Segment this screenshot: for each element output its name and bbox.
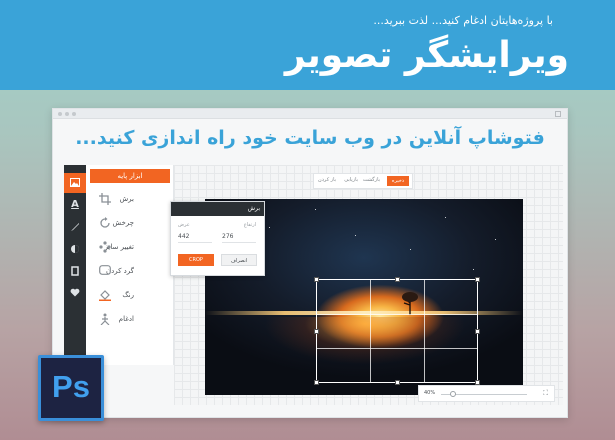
editor-window: فتوشاپ آنلاین در وب سایت خود راه اندازی …: [52, 108, 568, 418]
color-fill-icon: [98, 289, 112, 303]
photoshop-logo: Ps: [38, 355, 104, 421]
tool-color[interactable]: رنگ: [86, 285, 174, 307]
shape-icon[interactable]: [64, 239, 86, 259]
header-banner: با پروژه‌هایتان ادغام کنید... لذت ببرید.…: [0, 0, 615, 90]
width-label: عرض: [178, 222, 190, 228]
crop-handle[interactable]: [475, 329, 480, 334]
crop-grid-line: [317, 348, 477, 349]
cancel-button[interactable]: انصراف: [221, 254, 257, 266]
crop-handle[interactable]: [314, 329, 319, 334]
crop-handle[interactable]: [314, 277, 319, 282]
window-dot: [72, 112, 76, 116]
window-dot: [58, 112, 62, 116]
page-headline: فتوشاپ آنلاین در وب سایت خود راه اندازی …: [75, 127, 545, 149]
window-maximize-icon[interactable]: [555, 111, 561, 117]
star: [355, 235, 356, 236]
rotate-icon: [98, 217, 112, 231]
crop-icon: [98, 193, 112, 207]
basic-tools-panel: ابزار پایه برش چرخش تغییر سایز گرد کردن: [86, 165, 174, 365]
tool-resize[interactable]: تغییر سایز: [86, 237, 174, 259]
merge-icon: [98, 313, 112, 327]
frame-icon[interactable]: [64, 261, 86, 281]
star: [473, 269, 474, 270]
resize-icon: [98, 241, 112, 255]
crop-grid-line: [424, 280, 425, 382]
star: [495, 239, 496, 240]
zoom-control: 40% ⛶: [418, 385, 555, 402]
tool-round-corners[interactable]: گرد کردن: [86, 261, 174, 283]
fullscreen-icon[interactable]: ⛶: [543, 389, 548, 398]
crop-handle[interactable]: [314, 380, 319, 385]
crop-grid-line: [370, 280, 371, 382]
tool-crop[interactable]: برش: [86, 189, 174, 211]
crop-dialog: برش ارتفاع عرض 276 442 انصراف CROP: [170, 201, 265, 276]
crop-handle[interactable]: [395, 277, 400, 282]
tool-label: چرخش: [112, 219, 134, 227]
open-button[interactable]: باز کردن: [318, 177, 336, 183]
zoom-slider-handle[interactable]: [450, 391, 457, 397]
star: [269, 227, 270, 228]
tool-rotate[interactable]: چرخش: [86, 213, 174, 235]
crop-grid-line: [317, 314, 477, 315]
window-titlebar: [53, 109, 567, 119]
height-field[interactable]: 276: [222, 233, 256, 243]
text-icon[interactable]: A: [64, 195, 86, 215]
crop-button[interactable]: CROP: [178, 254, 214, 266]
tool-category-strip: A: [64, 165, 86, 365]
round-corners-icon: [98, 265, 112, 279]
save-button[interactable]: ذخیره: [387, 176, 409, 186]
zoom-level: 40%: [424, 390, 436, 396]
brush-icon[interactable]: [64, 217, 86, 237]
crop-dialog-title: برش: [171, 202, 264, 216]
tool-merge[interactable]: ادغام: [86, 309, 174, 331]
star: [445, 217, 446, 218]
tool-label: ادغام: [118, 315, 134, 323]
star: [315, 209, 316, 210]
tagline: با پروژه‌هایتان ادغام کنید... لذت ببرید.…: [373, 14, 553, 27]
editor-canvas: ذخیره بازگشت بازیابی باز کردن برش ارتفاع…: [170, 165, 563, 405]
redo-button[interactable]: بازیابی: [344, 177, 358, 183]
star: [410, 249, 411, 250]
heart-icon[interactable]: [64, 283, 86, 303]
height-label: ارتفاع: [243, 222, 256, 228]
tool-label: رنگ: [122, 291, 134, 299]
crop-selection[interactable]: [314, 277, 480, 385]
canvas-toolbar: ذخیره بازگشت بازیابی باز کردن: [313, 173, 413, 189]
tool-label: برش: [119, 195, 134, 203]
undo-button[interactable]: بازگشت: [363, 177, 380, 183]
image-icon[interactable]: [64, 173, 86, 193]
crop-handle[interactable]: [475, 277, 480, 282]
window-dot: [65, 112, 69, 116]
panel-header: ابزار پایه: [90, 169, 170, 183]
banner-title: ویرایشگر تصویر: [284, 35, 569, 76]
crop-handle[interactable]: [395, 380, 400, 385]
width-field[interactable]: 442: [178, 233, 212, 243]
